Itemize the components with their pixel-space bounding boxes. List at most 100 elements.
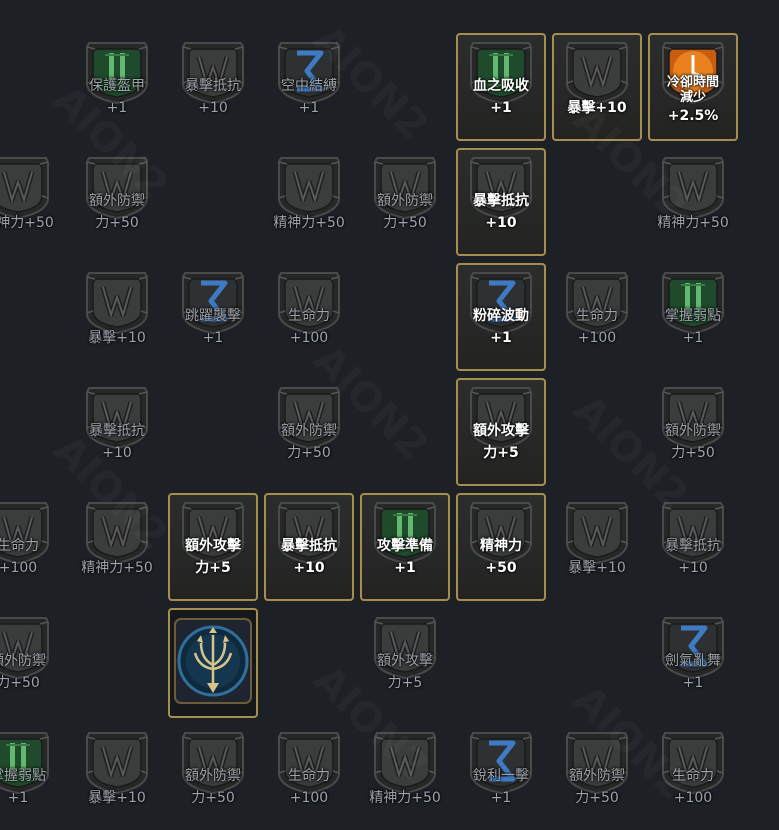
skill-node-name: 生命力 <box>576 308 618 324</box>
skill-node-r1c3[interactable]: 精神力+50 <box>264 148 354 256</box>
skill-node-caption: 額外防禦力+50 <box>377 190 433 234</box>
skill-node-caption: 暴擊抵抗 +10 <box>473 190 529 234</box>
skill-node-r2c5[interactable]: 粉碎波動 +1 <box>456 263 546 371</box>
skill-node-caption: 生命力 +100 <box>288 765 330 809</box>
skill-node-value: +1 <box>490 330 512 346</box>
skill-node-name: 跳躍襲擊 <box>185 308 241 324</box>
skill-node-value: 力+50 <box>0 675 40 691</box>
skill-node-name: 額外防禦 <box>377 193 433 209</box>
skill-node-caption: 攻擊準備 +1 <box>377 535 433 579</box>
skill-node-value: +1 <box>682 675 704 691</box>
skill-node-r4c3[interactable]: 暴擊抵抗 +10 <box>264 493 354 601</box>
skill-node-r5c0[interactable]: 額外防禦力+50 <box>0 608 63 716</box>
skill-node-r4c1[interactable]: 精神力+50 <box>72 493 162 601</box>
skill-node-r2c7[interactable]: 掌握弱點 +1 <box>648 263 738 371</box>
skill-node-r5c4[interactable]: 額外攻擊 力+5 <box>360 608 450 716</box>
skill-node-caption: 額外攻擊 力+5 <box>185 535 241 579</box>
gray-w-rune-icon <box>83 499 151 565</box>
skill-node-r4c5[interactable]: 精神力 +50 <box>456 493 546 601</box>
skill-node-name: 保護盔甲 <box>89 78 145 94</box>
gray-w-rune-icon <box>659 154 727 220</box>
skill-node-value: 力+50 <box>575 790 619 806</box>
skill-node-value: 力+50 <box>287 445 331 461</box>
skill-node-r6c6[interactable]: 額外防禦 力+50 <box>552 723 642 830</box>
skill-node-value: 暴擊+10 <box>88 790 146 806</box>
skill-node-caption: 精神力+50 <box>369 787 441 809</box>
skill-node-value: +1 <box>490 100 512 116</box>
skill-node-value: 力+5 <box>483 445 519 461</box>
skill-node-r2c1[interactable]: 暴擊+10 <box>72 263 162 371</box>
skill-node-value: 力+50 <box>191 790 235 806</box>
skill-node-r6c7[interactable]: 生命力 +100 <box>648 723 738 830</box>
skill-node-name: 額外防禦 <box>665 423 721 439</box>
skill-node-r4c0[interactable]: 生命力 +100 <box>0 493 63 601</box>
skill-node-caption: 額外防禦力+50 <box>665 420 721 464</box>
skill-node-caption: 血之吸收 +1 <box>473 75 529 119</box>
skill-node-value: +1 <box>202 330 224 346</box>
skill-node-value: +2.5% <box>667 108 719 124</box>
skill-node-caption: 額外防禦力+50 <box>281 420 337 464</box>
skill-node-name: 空中結縛 <box>281 78 337 94</box>
skill-node-caption: 暴擊+10 <box>568 557 626 579</box>
skill-node-name: 攻擊準備 <box>377 538 433 554</box>
skill-node-r0c2[interactable]: 暴擊抵抗 +10 <box>168 33 258 141</box>
skill-node-value: 精神力+50 <box>273 215 345 231</box>
skill-node-name: 暴擊抵抗 <box>665 538 721 554</box>
skill-node-r2c6[interactable]: 生命力 +100 <box>552 263 642 371</box>
skill-node-value: +1 <box>298 100 320 116</box>
skill-node-r6c0[interactable]: 掌握弱點 +1 <box>0 723 63 830</box>
skill-node-caption: 額外攻擊 力+5 <box>377 650 433 694</box>
skill-node-r4c4[interactable]: 攻擊準備 +1 <box>360 493 450 601</box>
skill-node-r2c2[interactable]: 跳躍襲擊 +1 <box>168 263 258 371</box>
skill-node-r1c0[interactable]: 精神力+50 <box>0 148 63 256</box>
skill-node-r4c2[interactable]: 額外攻擊 力+5 <box>168 493 258 601</box>
skill-node-r1c4[interactable]: 額外防禦 力+50 <box>360 148 450 256</box>
skill-node-r6c2[interactable]: 額外防禦 力+50 <box>168 723 258 830</box>
skill-node-caption: 暴擊抵抗 +10 <box>185 75 241 119</box>
skill-node-r3c3[interactable]: 額外防禦 力+50 <box>264 378 354 486</box>
gray-w-rune-icon <box>0 154 52 220</box>
skill-node-r6c1[interactable]: 暴擊+10 <box>72 723 162 830</box>
core-skill-node[interactable] <box>168 608 258 718</box>
skill-node-value: 力+50 <box>671 445 715 461</box>
skill-node-r0c1[interactable]: 保護盔甲 +1 <box>72 33 162 141</box>
skill-node-name: 粉碎波動 <box>473 308 529 324</box>
skill-node-r1c1[interactable]: 額外防禦 力+50 <box>72 148 162 256</box>
skill-node-r0c6[interactable]: 暴擊+10 <box>552 33 642 141</box>
skill-node-caption: 暴擊抵抗 +10 <box>665 535 721 579</box>
skill-node-value: +1 <box>490 790 512 806</box>
skill-node-r6c5[interactable]: 銳利一擊 +1 <box>456 723 546 830</box>
skill-node-value: 暴擊+10 <box>567 100 627 116</box>
skill-node-r0c7[interactable]: 冷卻時間減少 +2.5% <box>648 33 738 141</box>
skill-node-caption: 暴擊抵抗 +10 <box>281 535 337 579</box>
skill-node-r6c4[interactable]: 精神力+50 <box>360 723 450 830</box>
skill-tree-board: 保護盔甲 +1 暴擊抵抗 +10 空中結縛 +1 血之吸收 +1 暴擊+10 冷卻時間減… <box>0 0 779 830</box>
skill-node-name: 暴擊抵抗 <box>185 78 241 94</box>
gray-w-rune-icon <box>83 729 151 795</box>
skill-node-value: +10 <box>678 560 708 576</box>
skill-node-r1c5[interactable]: 暴擊抵抗 +10 <box>456 148 546 256</box>
skill-node-name: 額外攻擊 <box>473 423 529 439</box>
skill-node-caption: 額外防禦力+50 <box>0 650 46 694</box>
skill-node-caption: 銳利一擊 +1 <box>473 765 529 809</box>
skill-node-caption: 掌握弱點 +1 <box>0 765 46 809</box>
skill-node-r5c7[interactable]: 劍氣亂舞 +1 <box>648 608 738 716</box>
skill-node-name: 掌握弱點 <box>665 308 721 324</box>
skill-node-r4c7[interactable]: 暴擊抵抗 +10 <box>648 493 738 601</box>
skill-node-r6c3[interactable]: 生命力 +100 <box>264 723 354 830</box>
skill-node-value: +100 <box>0 560 38 576</box>
skill-node-r4c6[interactable]: 暴擊+10 <box>552 493 642 601</box>
skill-node-name: 生命力 <box>288 308 330 324</box>
skill-node-name: 額外防禦 <box>89 193 145 209</box>
skill-node-r3c1[interactable]: 暴擊抵抗 +10 <box>72 378 162 486</box>
skill-node-r0c3[interactable]: 空中結縛 +1 <box>264 33 354 141</box>
skill-node-r3c5[interactable]: 額外攻擊力+5 <box>456 378 546 486</box>
skill-node-r3c7[interactable]: 額外防禦力+50 <box>648 378 738 486</box>
skill-node-name: 精神力 <box>480 538 522 554</box>
skill-node-r2c3[interactable]: 生命力 +100 <box>264 263 354 371</box>
gray-w-rune-icon <box>563 39 631 105</box>
skill-node-caption: 額外攻擊力+5 <box>473 420 529 464</box>
skill-node-r0c5[interactable]: 血之吸收 +1 <box>456 33 546 141</box>
skill-node-name: 暴擊抵抗 <box>89 423 145 439</box>
skill-node-r1c7[interactable]: 精神力+50 <box>648 148 738 256</box>
